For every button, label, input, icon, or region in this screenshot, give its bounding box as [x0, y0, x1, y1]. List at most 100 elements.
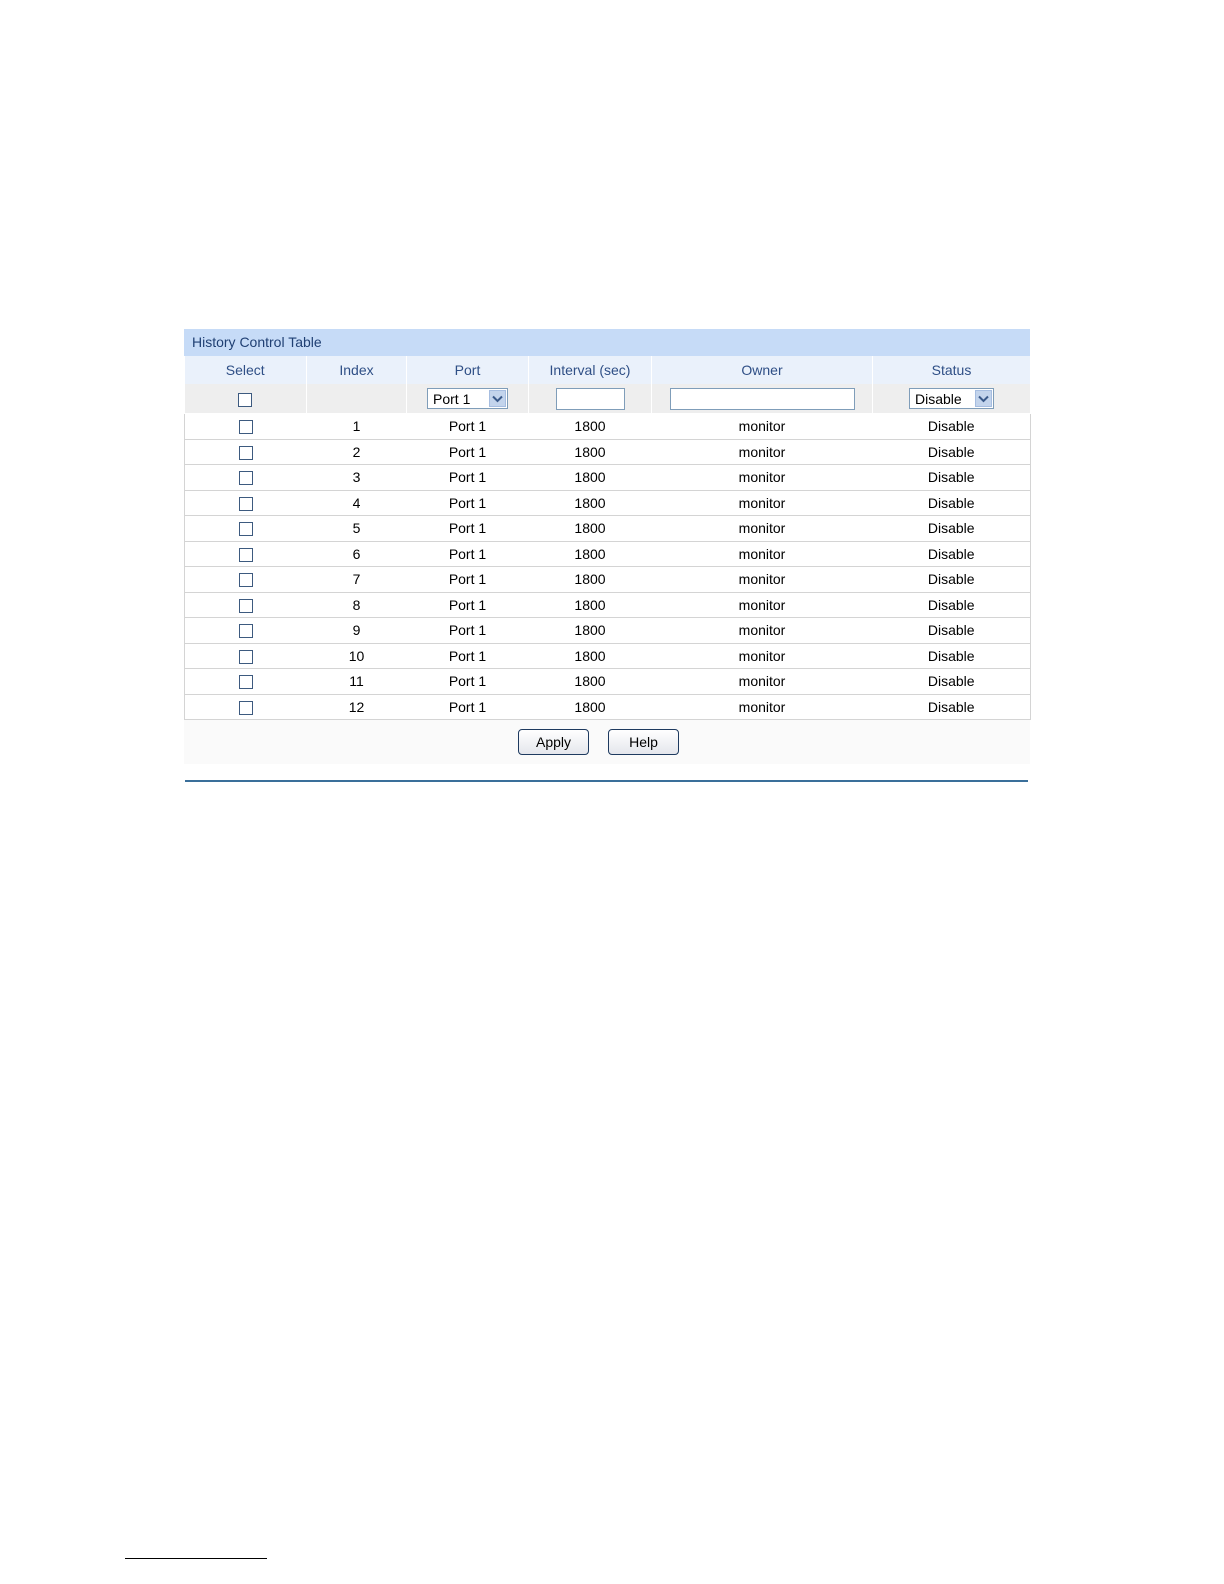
row-checkbox[interactable] — [238, 496, 253, 511]
row-status-cell: Disable — [872, 566, 1031, 593]
row-port-cell: Port 1 — [406, 541, 529, 567]
history-control-table: Select Index Port Interval (sec) Owner S… — [184, 356, 1031, 720]
port-select[interactable]: Port 1 — [427, 388, 508, 409]
row-index-cell: 12 — [306, 694, 407, 720]
status-select[interactable]: Disable — [909, 388, 994, 409]
row-select-cell — [184, 566, 307, 593]
row-owner-cell: monitor — [651, 413, 873, 440]
row-status-cell: Disable — [872, 643, 1031, 669]
row-select-cell — [184, 643, 307, 669]
column-header-index: Index — [306, 356, 407, 384]
apply-button[interactable]: Apply — [518, 729, 589, 755]
table-title: History Control Table — [184, 329, 1030, 356]
edit-port-cell: Port 1 — [406, 384, 529, 414]
column-header-status: Status — [872, 356, 1031, 384]
row-status-cell: Disable — [872, 490, 1031, 516]
row-index-cell: 8 — [306, 592, 407, 618]
row-checkbox[interactable] — [238, 445, 253, 460]
chevron-down-icon[interactable] — [489, 390, 506, 407]
row-checkbox[interactable] — [238, 471, 253, 486]
row-checkbox[interactable] — [238, 624, 253, 639]
column-header-port: Port — [406, 356, 529, 384]
row-status-cell: Disable — [872, 413, 1031, 440]
row-select-cell — [184, 490, 307, 516]
row-index-cell: 1 — [306, 413, 407, 440]
row-owner-cell: monitor — [651, 464, 873, 491]
chevron-down-icon[interactable] — [975, 390, 992, 407]
status-select-value: Disable — [915, 390, 962, 407]
row-select-cell — [184, 668, 307, 695]
table-row: 6 Port 1 1800 monitor Disable — [184, 541, 1031, 567]
row-checkbox[interactable] — [238, 522, 253, 537]
edit-status-cell: Disable — [872, 384, 1031, 414]
table-row: 10 Port 1 1800 monitor Disable — [184, 643, 1031, 669]
row-status-cell: Disable — [872, 592, 1031, 618]
row-checkbox[interactable] — [238, 573, 253, 588]
column-header-select: Select — [184, 356, 307, 384]
row-owner-cell: monitor — [651, 694, 873, 720]
row-checkbox[interactable] — [238, 649, 253, 664]
column-header-owner: Owner — [651, 356, 873, 384]
row-status-cell: Disable — [872, 464, 1031, 491]
table-row: 2 Port 1 1800 monitor Disable — [184, 439, 1031, 465]
row-index-cell: 5 — [306, 515, 407, 542]
row-owner-cell: monitor — [651, 566, 873, 593]
row-interval-cell: 1800 — [528, 617, 652, 644]
row-port-cell: Port 1 — [406, 413, 529, 440]
row-owner-cell: monitor — [651, 541, 873, 567]
edit-owner-cell — [651, 384, 873, 414]
row-select-cell — [184, 413, 307, 440]
row-checkbox[interactable] — [238, 675, 253, 690]
owner-input[interactable] — [669, 387, 855, 410]
row-owner-cell: monitor — [651, 668, 873, 695]
row-interval-cell: 1800 — [528, 515, 652, 542]
row-select-cell — [184, 694, 307, 720]
row-port-cell: Port 1 — [406, 566, 529, 593]
row-owner-cell: monitor — [651, 515, 873, 542]
row-index-cell: 3 — [306, 464, 407, 491]
row-status-cell: Disable — [872, 541, 1031, 567]
row-port-cell: Port 1 — [406, 592, 529, 618]
row-status-cell: Disable — [872, 439, 1031, 465]
row-index-cell: 11 — [306, 668, 407, 695]
footnote-divider — [125, 1558, 267, 1559]
table-body: Select Index Port Interval (sec) Owner S… — [184, 356, 1031, 720]
interval-input[interactable] — [555, 387, 625, 410]
row-port-cell: Port 1 — [406, 490, 529, 516]
row-interval-cell: 1800 — [528, 464, 652, 491]
edit-index-cell — [306, 384, 407, 414]
row-select-cell — [184, 464, 307, 491]
row-interval-cell: 1800 — [528, 643, 652, 669]
button-bar: Apply Help — [184, 720, 1030, 764]
help-button[interactable]: Help — [608, 729, 679, 755]
row-port-cell: Port 1 — [406, 643, 529, 669]
table-row: 7 Port 1 1800 monitor Disable — [184, 566, 1031, 593]
row-checkbox[interactable] — [238, 420, 253, 435]
row-index-cell: 7 — [306, 566, 407, 593]
table-row: 4 Port 1 1800 monitor Disable — [184, 490, 1031, 516]
row-interval-cell: 1800 — [528, 592, 652, 618]
row-interval-cell: 1800 — [528, 439, 652, 465]
row-owner-cell: monitor — [651, 592, 873, 618]
row-checkbox[interactable] — [238, 547, 253, 562]
row-checkbox[interactable] — [238, 598, 253, 613]
row-owner-cell: monitor — [651, 617, 873, 644]
table-row: 1 Port 1 1800 monitor Disable — [184, 413, 1031, 440]
edit-interval-cell — [528, 384, 652, 414]
row-interval-cell: 1800 — [528, 490, 652, 516]
row-status-cell: Disable — [872, 668, 1031, 695]
row-index-cell: 6 — [306, 541, 407, 567]
row-select-cell — [184, 439, 307, 465]
row-select-cell — [184, 541, 307, 567]
table-row: 8 Port 1 1800 monitor Disable — [184, 592, 1031, 618]
select-all-checkbox[interactable] — [238, 392, 253, 407]
row-port-cell: Port 1 — [406, 668, 529, 695]
row-checkbox[interactable] — [238, 700, 253, 715]
row-port-cell: Port 1 — [406, 439, 529, 465]
table-row: 5 Port 1 1800 monitor Disable — [184, 515, 1031, 542]
row-port-cell: Port 1 — [406, 617, 529, 644]
row-select-cell — [184, 617, 307, 644]
row-port-cell: Port 1 — [406, 464, 529, 491]
table-row: 11 Port 1 1800 monitor Disable — [184, 668, 1031, 695]
row-port-cell: Port 1 — [406, 515, 529, 542]
